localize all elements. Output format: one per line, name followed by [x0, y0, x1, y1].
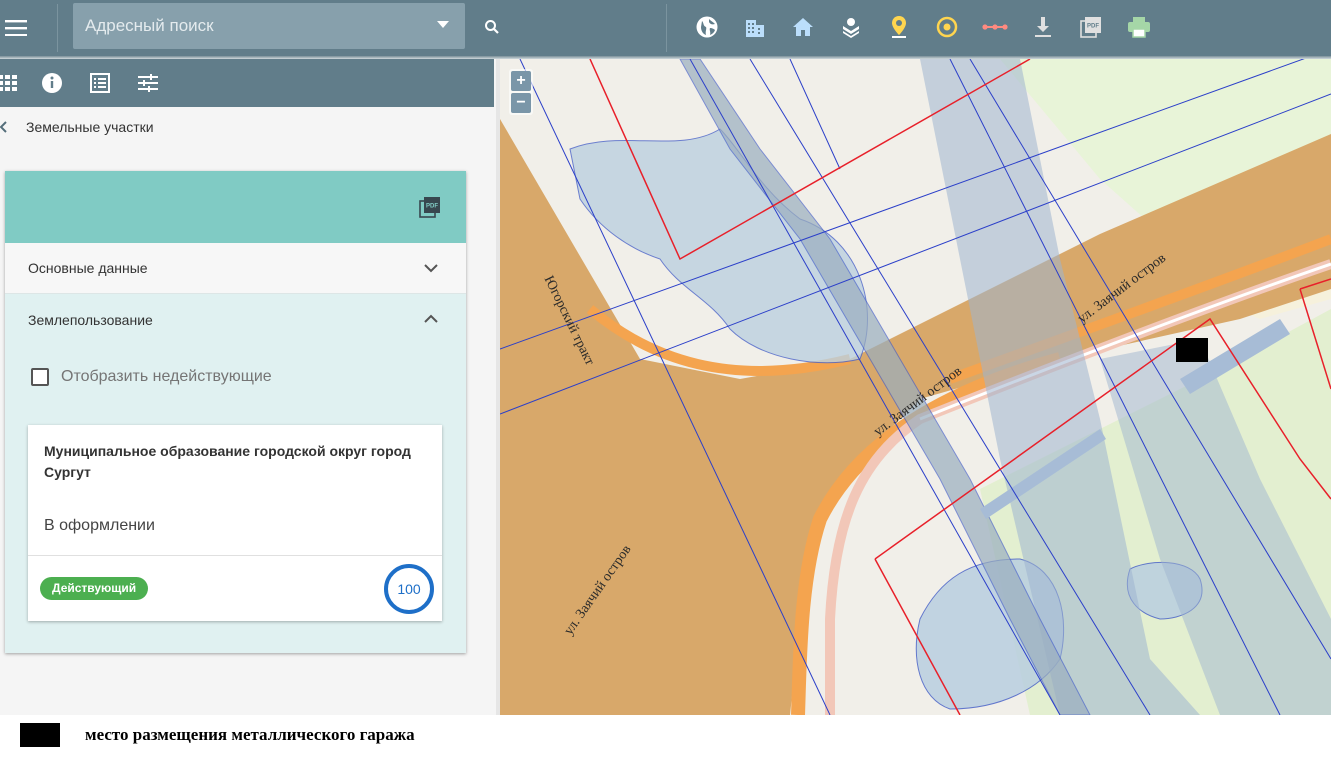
buildings-icon[interactable]	[740, 12, 770, 42]
globe-icon[interactable]	[692, 12, 722, 42]
zoom-in-button[interactable]: +	[511, 71, 531, 91]
zoom-control: + −	[509, 69, 533, 115]
top-bar: PDF	[0, 0, 1331, 56]
map-canvas[interactable]	[500, 59, 1331, 715]
land-use-entry: Муниципальное образование городской окру…	[28, 425, 442, 621]
show-inactive-label: Отобразить недействующие	[61, 368, 272, 385]
measure-icon[interactable]	[980, 12, 1010, 42]
list-icon[interactable]	[86, 69, 114, 97]
show-inactive-toggle[interactable]: Отобразить недействующие	[31, 368, 272, 386]
legend-text: место размещения металлического гаража	[85, 725, 415, 744]
divider	[28, 555, 442, 556]
layers-icon[interactable]	[836, 12, 866, 42]
map-legend: место размещения металлического гаража	[20, 723, 415, 747]
owner-name: Муниципальное образование городской окру…	[44, 443, 411, 480]
sliders-icon[interactable]	[134, 69, 162, 97]
section-land-use[interactable]: Землепользование	[5, 294, 466, 344]
show-inactive-checkbox[interactable]	[31, 368, 49, 386]
divider	[666, 4, 667, 52]
zoom-out-button[interactable]: −	[511, 93, 531, 113]
back-navigation[interactable]: Земельные участки	[0, 111, 154, 143]
section-main-data[interactable]: Основные данные	[5, 243, 466, 294]
search-input[interactable]	[85, 3, 415, 49]
legend-swatch	[20, 723, 60, 747]
map-view[interactable]: Югорский тракт ул. Заячий остров ул. Зая…	[500, 59, 1331, 715]
grid-icon[interactable]	[0, 69, 22, 97]
svg-text:PDF: PDF	[426, 204, 438, 210]
target-icon[interactable]	[932, 12, 962, 42]
menu-icon[interactable]	[0, 12, 32, 44]
pdf-export-icon[interactable]: PDF	[418, 195, 442, 219]
parcel-card: PDF Основные данные Землепользование Ото…	[5, 171, 466, 653]
chevron-left-icon[interactable]	[0, 120, 10, 134]
home-icon[interactable]	[788, 12, 818, 42]
printer-icon[interactable]	[1124, 12, 1154, 42]
location-pin-icon[interactable]	[884, 12, 914, 42]
section-label: Основные данные	[28, 260, 148, 276]
registration-status: В оформлении	[44, 517, 155, 534]
download-icon[interactable]	[1028, 12, 1058, 42]
address-search[interactable]	[73, 3, 465, 49]
share-indicator: 100	[384, 564, 434, 614]
chevron-up-icon[interactable]	[424, 314, 438, 324]
info-icon[interactable]	[38, 69, 66, 97]
side-panel: Земельные участки PDF Основные данные Зе…	[0, 59, 496, 715]
chevron-down-icon[interactable]	[437, 21, 449, 28]
chevron-down-icon[interactable]	[424, 263, 438, 273]
search-icon[interactable]	[479, 14, 505, 40]
divider	[57, 4, 58, 52]
svg-text:PDF: PDF	[1087, 24, 1099, 30]
section-label: Землепользование	[28, 312, 153, 328]
card-header: PDF	[5, 171, 466, 243]
status-badge: Действующий	[40, 577, 149, 600]
garage-location-marker[interactable]	[1176, 338, 1208, 362]
panel-toolbar	[0, 59, 494, 107]
back-label: Земельные участки	[26, 119, 154, 135]
pdf-icon[interactable]: PDF	[1076, 12, 1106, 42]
